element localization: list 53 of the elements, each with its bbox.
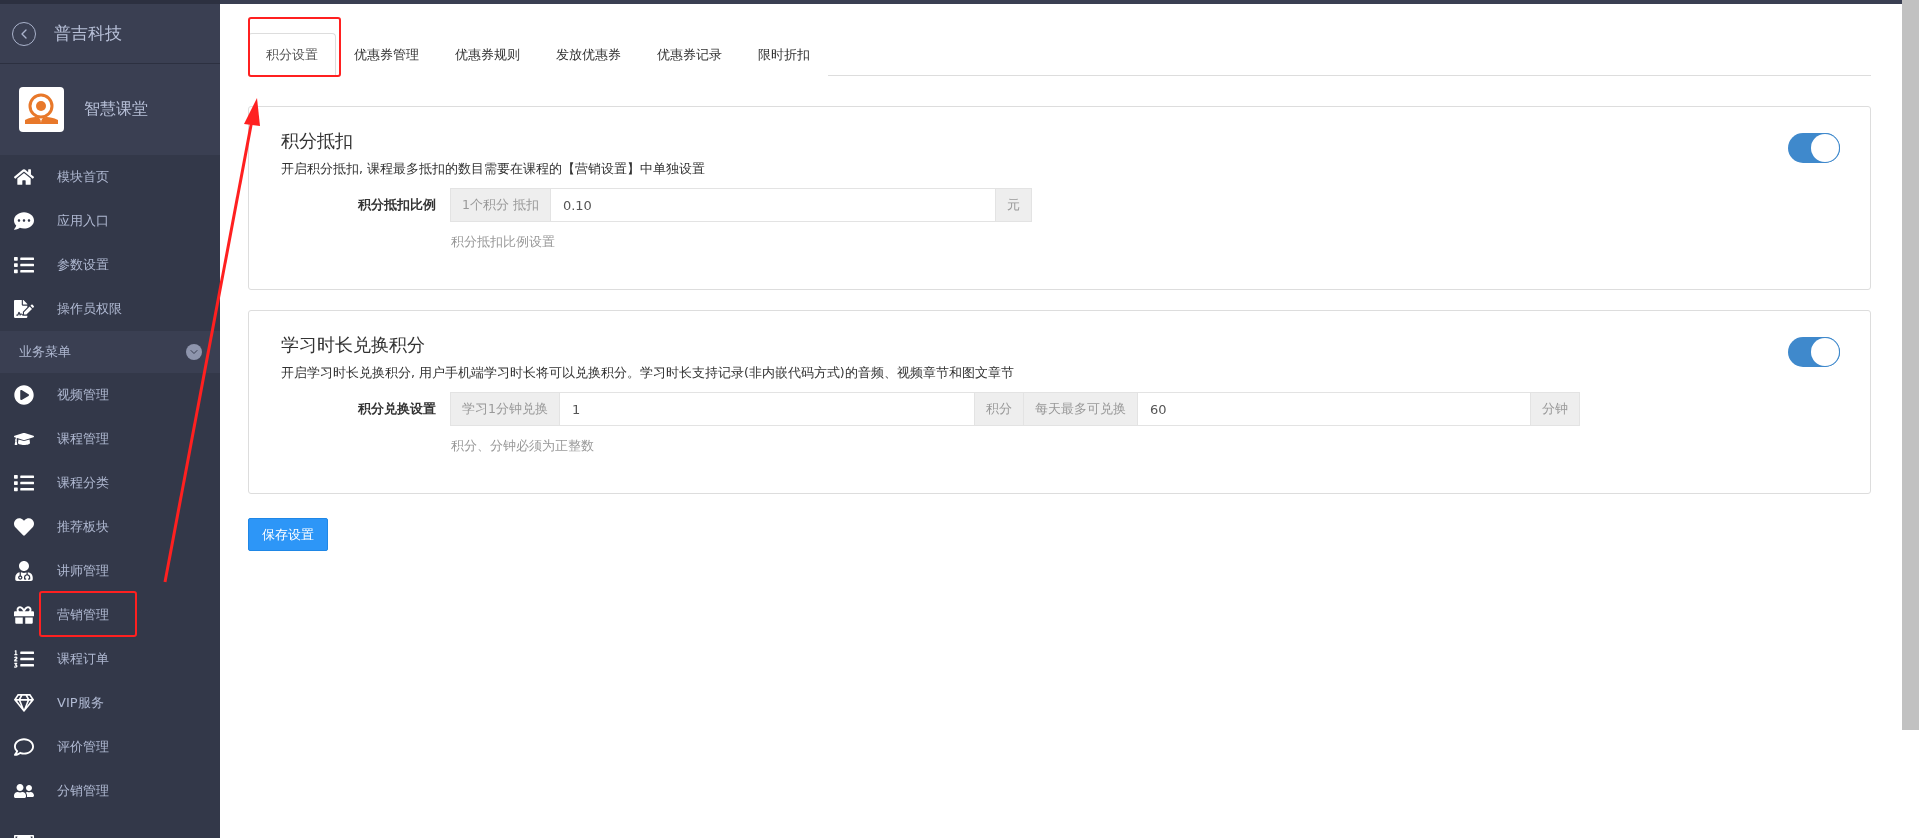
help-text: 积分抵扣比例设置 — [451, 234, 556, 251]
menu-item[interactable]: 课程管理 — [0, 417, 220, 461]
help-text: 积分、分钟必须为正整数 — [451, 438, 595, 455]
menu-item[interactable]: 讲师管理 — [0, 549, 220, 593]
heart-icon — [14, 517, 34, 537]
app-name: 智慧课堂 — [84, 99, 148, 120]
input-addon: 1个积分 抵扣 — [450, 188, 551, 222]
menu-item[interactable]: 视频管理 — [0, 373, 220, 417]
menu-section[interactable]: 业务菜单 — [0, 331, 220, 373]
tab[interactable]: 积分设置 — [248, 33, 336, 76]
document-icon — [14, 299, 34, 319]
section-label: 业务菜单 — [19, 343, 71, 361]
input-field[interactable]: 0.10 — [549, 188, 996, 222]
input-addon: 每天最多可兑换 — [1022, 392, 1138, 426]
menu-item[interactable]: 操作员权限 — [0, 287, 220, 331]
menu-item[interactable]: VIP服务 — [0, 681, 220, 725]
menu-item[interactable]: 参数设置 — [0, 243, 220, 287]
card-description: 开启学习时长兑换积分, 用户手机端学习时长将可以兑换积分。学习时长支持记录(非内嵌代码方式)的音频、视频章节和图文章节 — [281, 365, 1015, 382]
card-title: 积分抵扣 — [281, 129, 353, 153]
menu-item[interactable]: 课程分类 — [0, 461, 220, 505]
chat-bubble-icon — [14, 211, 34, 231]
app-logo — [19, 87, 64, 132]
input-addon: 元 — [994, 188, 1032, 222]
diamond-icon — [14, 693, 34, 713]
input-field[interactable]: 60 — [1136, 392, 1531, 426]
scrollbar[interactable] — [1902, 0, 1919, 730]
menu-item[interactable]: 应用入口 — [0, 199, 220, 243]
list-icon — [14, 473, 34, 493]
input-addon: 积分 — [973, 392, 1024, 426]
list-icon — [14, 255, 34, 275]
menu-item[interactable]: 营销管理 — [0, 593, 220, 637]
company-name: 普吉科技 — [54, 22, 122, 45]
doctor-icon — [14, 561, 34, 581]
speech-bubble-icon — [14, 737, 34, 757]
house-icon — [14, 167, 34, 187]
menu-item[interactable]: 分销管理 — [0, 769, 220, 813]
play-icon — [14, 385, 34, 405]
menu-item[interactable]: 模块首页 — [0, 155, 220, 199]
card-title: 学习时长兑换积分 — [281, 333, 425, 357]
input-field[interactable]: 1 — [558, 392, 975, 426]
input-addon: 学习1分钟兑换 — [450, 392, 560, 426]
card-description: 开启积分抵扣, 课程最多抵扣的数目需要在课程的【营销设置】中单独设置 — [281, 161, 706, 178]
menu-item[interactable]: 课程订单 — [0, 637, 220, 681]
gift-icon — [14, 605, 34, 625]
numbered-list-icon — [14, 649, 34, 669]
field-label: 积分兑换设置 — [357, 400, 437, 418]
menu-item[interactable]: 推荐板块 — [0, 505, 220, 549]
toggle-switch[interactable] — [1788, 337, 1840, 367]
menu-item[interactable]: 评价管理 — [0, 725, 220, 769]
toggle-switch[interactable] — [1788, 133, 1840, 163]
input-addon: 分钟 — [1529, 392, 1580, 426]
users-icon — [14, 781, 34, 801]
field-label: 积分抵扣比例 — [357, 196, 437, 214]
